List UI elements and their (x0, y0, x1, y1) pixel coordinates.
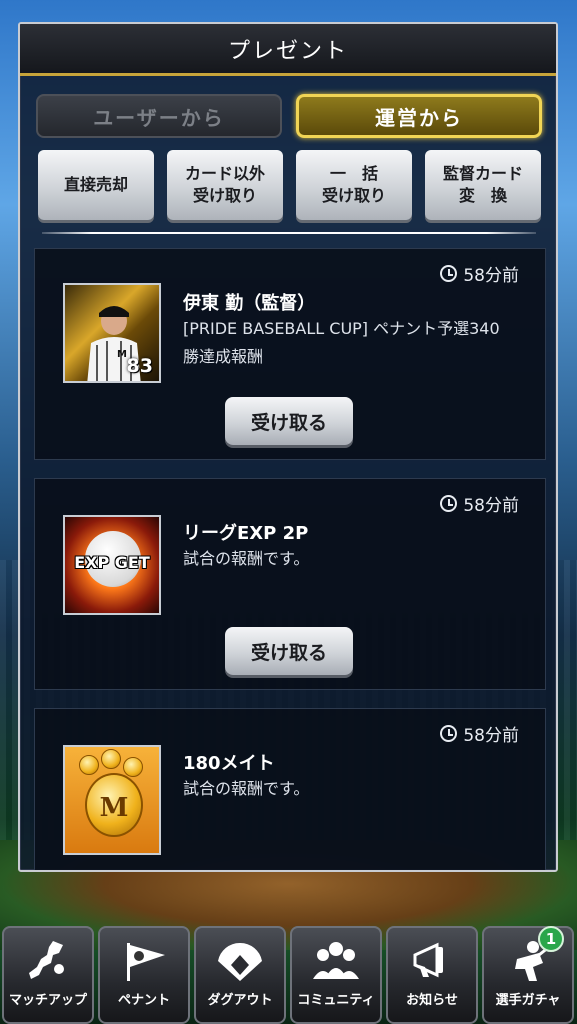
present-description: 試合の報酬です。 (183, 545, 533, 573)
nav-label: 選手ガチャ (495, 993, 561, 1008)
divider (42, 232, 536, 234)
description-line: 勝達成報酬 (183, 347, 264, 366)
svg-text:M: M (117, 349, 127, 360)
tab-from-operator[interactable]: 運営から (296, 94, 542, 138)
present-title: 180メイト (183, 753, 275, 774)
exp-get-text: EXP GET (74, 553, 150, 572)
clock-icon (440, 725, 458, 742)
receive-button[interactable]: 受け取る (225, 627, 353, 675)
tab-from-users[interactable]: ユーザーから (36, 94, 282, 138)
source-tabs: ユーザーから 運営から (36, 94, 542, 140)
nav-label: ペナント (117, 993, 170, 1008)
coin-bag-icon: M (85, 773, 143, 837)
notification-badge: 1 (538, 926, 564, 952)
coin-icon (101, 749, 121, 769)
mate-item-thumbnail[interactable]: M (63, 745, 161, 855)
bottom-navigation: マッチアップ ペナント ダグアウト コミュニティ お知らせ 選手ガチャ 1 (0, 922, 577, 1024)
direct-sell-button[interactable]: 直接売却 (38, 150, 154, 220)
description-line: [PRIDE BASEBALL CUP] ペナント予選340 (183, 319, 500, 338)
megaphone-icon (413, 942, 443, 978)
action-label-line1: カード以外 (184, 164, 265, 183)
baseball-diamond-icon (218, 942, 262, 981)
received-time: 58分前 (440, 491, 519, 516)
action-label-line2: 変 換 (458, 186, 507, 205)
receive-all-button[interactable]: 一 括 受け取り (296, 150, 412, 220)
nav-community[interactable]: コミュニティ (290, 926, 382, 1024)
nav-label: お知らせ (406, 993, 458, 1008)
pennant-flag-icon (127, 943, 165, 981)
nav-player-gacha[interactable]: 選手ガチャ 1 (482, 926, 574, 1024)
nav-label: ダグアウト (207, 993, 273, 1008)
exp-item-thumbnail[interactable]: EXP GET (63, 515, 161, 615)
nav-matchup[interactable]: マッチアップ (2, 926, 94, 1024)
mate-symbol: M (99, 793, 129, 823)
received-time: 58分前 (440, 721, 519, 746)
convert-manager-card-button[interactable]: 監督カード 変 換 (425, 150, 541, 220)
present-item: 58分前 M 83 伊東 勤（監督） [PRIDE BASEBALL CUP] … (34, 248, 546, 460)
clock-icon (440, 495, 458, 512)
time-text: 58分前 (463, 496, 519, 516)
nav-label: マッチアップ (8, 993, 87, 1008)
action-label-line2: 受け取り (192, 186, 257, 205)
received-time: 58分前 (440, 261, 519, 286)
time-text: 58分前 (463, 726, 519, 746)
present-dialog: プレゼント ユーザーから 運営から 直接売却 カード以外 受け取り 一 括 受け… (18, 22, 558, 872)
receive-button[interactable]: 受け取る (225, 397, 353, 445)
bulk-action-row: 直接売却 カード以外 受け取り 一 括 受け取り 監督カード 変 換 (38, 150, 544, 222)
present-description: 試合の報酬です。 (183, 775, 533, 803)
description-line: 試合の報酬です。 (183, 549, 310, 568)
receive-non-card-button[interactable]: カード以外 受け取り (167, 150, 283, 220)
people-group-icon (313, 942, 359, 979)
nav-notices[interactable]: お知らせ (386, 926, 478, 1024)
present-description: [PRIDE BASEBALL CUP] ペナント予選340 勝達成報酬 (183, 315, 533, 371)
action-label-line2: 受け取り (321, 186, 386, 205)
action-label-line1: 直接売却 (63, 175, 128, 194)
dialog-title: プレゼント (20, 24, 556, 76)
present-item: 58分前 EXP GET リーグEXP 2P 試合の報酬です。 受け取る (34, 478, 546, 690)
coin-icon (79, 755, 99, 775)
nav-pennant[interactable]: ペナント (98, 926, 190, 1024)
action-label-line1: 一 括 (329, 164, 378, 183)
nav-dugout[interactable]: ダグアウト (194, 926, 286, 1024)
description-line: 試合の報酬です。 (183, 779, 310, 798)
clock-icon (440, 265, 458, 282)
nav-label: コミュニティ (297, 993, 375, 1008)
action-label-line1: 監督カード (442, 164, 523, 183)
time-text: 58分前 (463, 266, 519, 286)
manager-card-thumbnail[interactable]: M 83 (63, 283, 161, 383)
present-title: 伊東 勤（監督） (183, 293, 316, 314)
card-number: 83 (126, 355, 153, 377)
present-item: 58分前 M 180メイト 試合の報酬です。 (34, 708, 546, 870)
coin-icon (123, 757, 143, 777)
present-title: リーグEXP 2P (183, 523, 309, 544)
japan-map-icon (29, 941, 64, 979)
